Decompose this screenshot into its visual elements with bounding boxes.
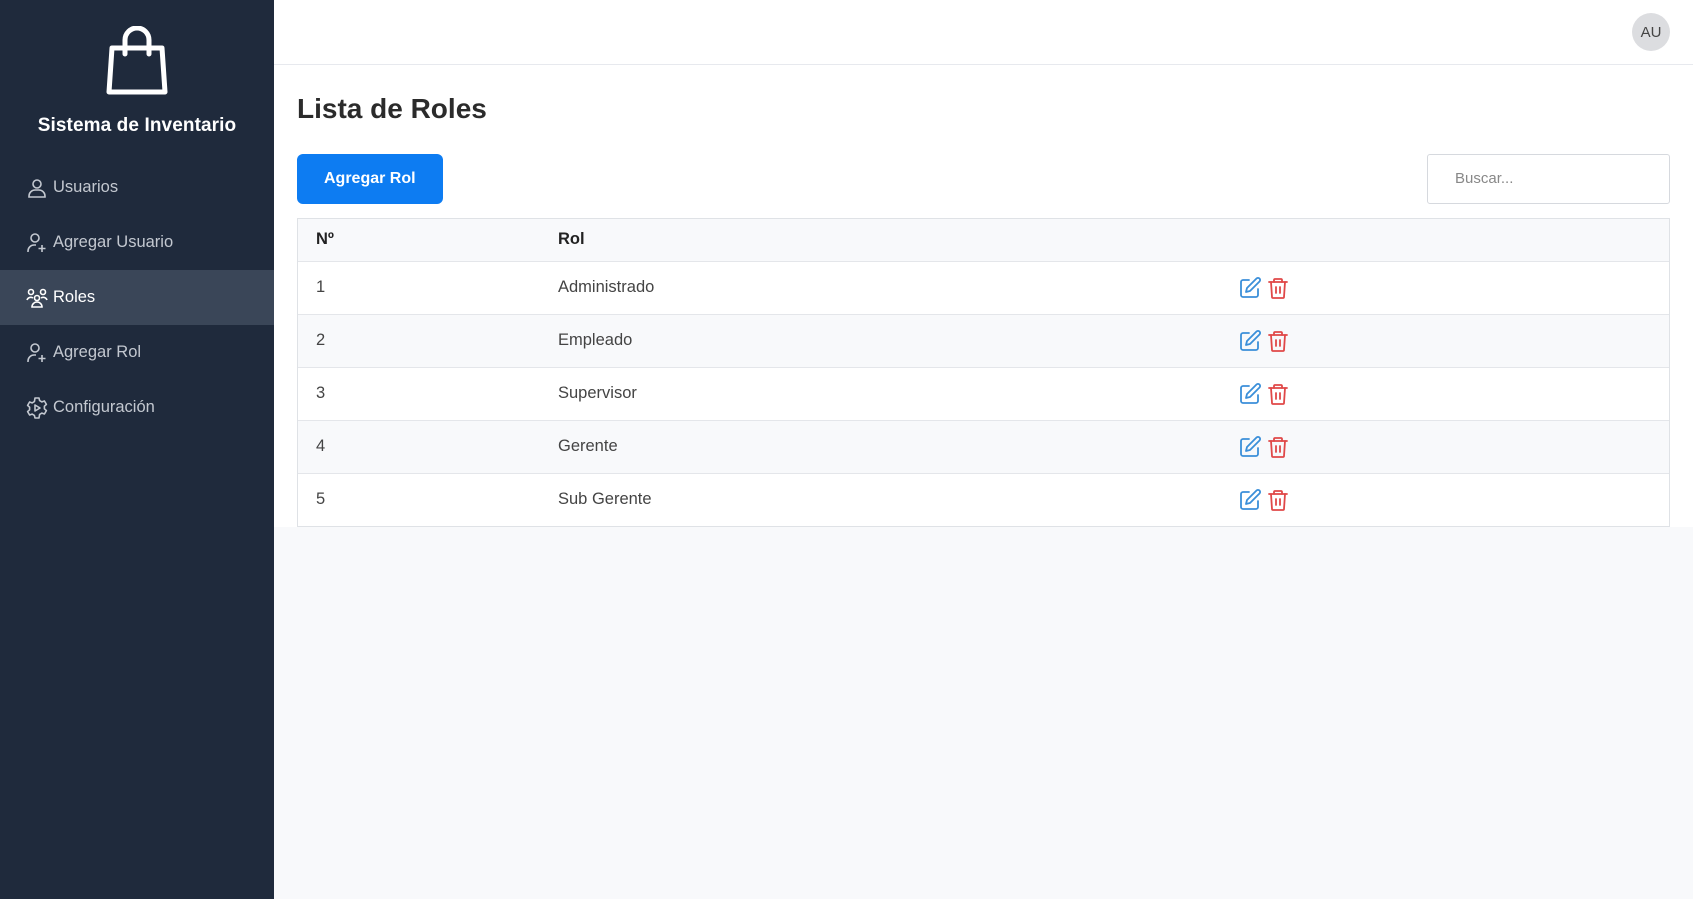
sidebar-item-agregar-usuario[interactable]: Agregar Usuario (0, 215, 274, 270)
trash-icon[interactable] (1266, 382, 1290, 406)
sidebar-item-usuarios[interactable]: Usuarios (0, 160, 274, 215)
edit-icon[interactable] (1238, 382, 1262, 406)
sidebar-item-roles[interactable]: Roles (0, 270, 274, 325)
column-header-no: Nº (298, 219, 558, 262)
sidebar-item-label: Agregar Rol (53, 343, 142, 361)
search-input[interactable] (1427, 153, 1670, 204)
cell-no: 3 (298, 367, 558, 421)
trash-icon[interactable] (1266, 329, 1290, 353)
cell-no: 4 (298, 420, 558, 474)
sidebar-nav: Usuarios Agregar Usuario Roles Agregar R… (0, 160, 274, 435)
column-header-rol: Rol (558, 219, 1238, 262)
cell-actions (1238, 261, 1669, 315)
cell-rol: Empleado (558, 314, 1238, 368)
settings-icon (25, 396, 49, 420)
edit-icon[interactable] (1238, 329, 1262, 353)
sidebar-item-label: Configuración (53, 398, 155, 416)
cell-actions (1238, 367, 1669, 421)
page-title: Lista de Roles (297, 93, 487, 124)
table-row: 1 Administrado (298, 261, 1669, 315)
column-header-actions (1238, 219, 1669, 262)
sidebar-item-label: Roles (53, 288, 96, 306)
trash-icon[interactable] (1266, 435, 1290, 459)
topbar: AU (274, 0, 1693, 65)
edit-icon[interactable] (1238, 488, 1262, 512)
cell-actions (1238, 473, 1669, 526)
avatar[interactable]: AU (1632, 13, 1670, 51)
users-group-icon (25, 286, 49, 310)
shopping-bag-icon (0, 25, 274, 101)
sidebar-item-label: Usuarios (53, 178, 119, 196)
sidebar-item-configuracion[interactable]: Configuración (0, 380, 274, 435)
roles-table: Nº Rol 1 Administrado 2 Empleado 3 Super… (297, 218, 1670, 527)
table-header-row: Nº Rol (298, 219, 1669, 262)
content: Lista de Roles Agregar Rol Nº Rol (274, 65, 1693, 527)
table-row: 5 Sub Gerente (298, 473, 1669, 526)
main-area: AU Lista de Roles Agregar Rol Nº Rol (274, 0, 1693, 899)
table-row: 2 Empleado (298, 314, 1669, 368)
table-row: 3 Supervisor (298, 367, 1669, 421)
cell-no: 5 (298, 473, 558, 526)
cell-rol: Administrado (558, 261, 1238, 315)
user-plus-icon (25, 231, 49, 255)
cell-rol: Sub Gerente (558, 473, 1238, 526)
cell-no: 1 (298, 261, 558, 315)
brand: Sistema de Inventario (0, 0, 274, 160)
cell-rol: Gerente (558, 420, 1238, 474)
cell-no: 2 (298, 314, 558, 368)
edit-icon[interactable] (1238, 435, 1262, 459)
cell-actions (1238, 314, 1669, 368)
toolbar: Agregar Rol (297, 153, 1670, 204)
table-row: 4 Gerente (298, 420, 1669, 474)
sidebar-item-label: Agregar Usuario (53, 233, 174, 251)
user-plus-icon (25, 341, 49, 365)
cell-rol: Supervisor (558, 367, 1238, 421)
sidebar: Sistema de Inventario Usuarios Agregar U… (0, 0, 274, 899)
trash-icon[interactable] (1266, 276, 1290, 300)
user-icon (25, 176, 49, 200)
app-root: Sistema de Inventario Usuarios Agregar U… (0, 0, 1693, 899)
sidebar-item-agregar-rol[interactable]: Agregar Rol (0, 325, 274, 380)
brand-title: Sistema de Inventario (37, 115, 237, 136)
add-role-button[interactable]: Agregar Rol (297, 153, 443, 204)
cell-actions (1238, 420, 1669, 474)
edit-icon[interactable] (1238, 276, 1262, 300)
trash-icon[interactable] (1266, 488, 1290, 512)
